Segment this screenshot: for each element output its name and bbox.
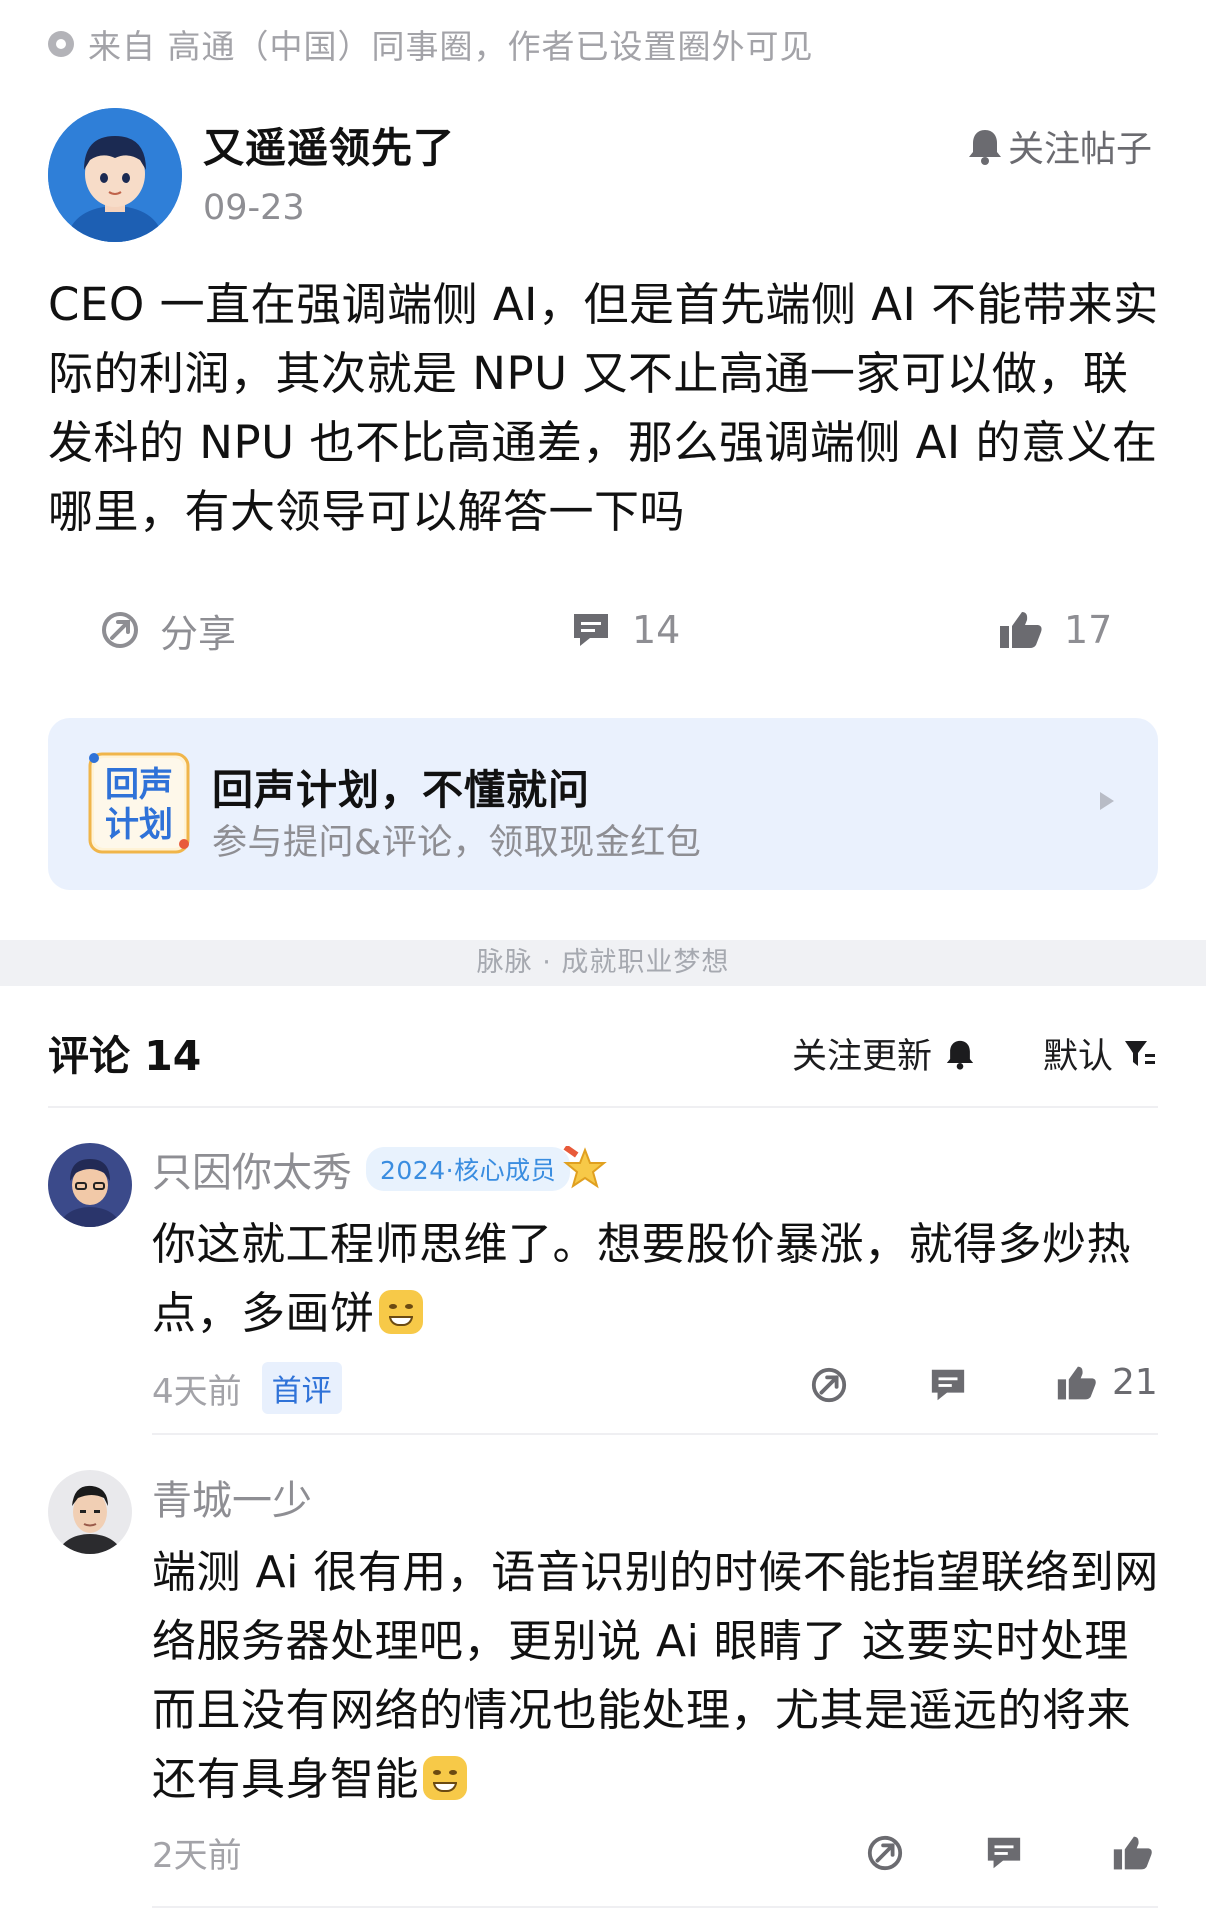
commenter-row: 青城一少 xyxy=(152,1468,312,1526)
reply-icon[interactable] xyxy=(984,1834,1024,1872)
thumbs-up-icon[interactable] xyxy=(1112,1834,1154,1872)
comment-text: 你这就工程师思维了。想要股价暴涨，就得多炒热点，多画饼 xyxy=(152,1210,1162,1348)
divider xyxy=(152,1906,1158,1908)
comment-like-button[interactable]: 21 xyxy=(1056,1362,1158,1403)
promo-title: 回声计划，不懂就问 xyxy=(212,766,590,814)
follow-post-button[interactable]: 关注帖子 xyxy=(968,120,1152,172)
share-icon[interactable] xyxy=(866,1834,904,1872)
sort-dropdown[interactable]: 默认 xyxy=(1043,1028,1157,1079)
sort-label: 默认 xyxy=(1043,1037,1114,1077)
comments-title: 评论 14 xyxy=(48,1032,202,1080)
source-text: 来自 高通（中国）同事圈，作者已设置圈外可见 xyxy=(88,27,814,66)
first-comment-tag: 首评 xyxy=(261,1362,342,1414)
thumbs-up-icon xyxy=(1000,612,1042,648)
comment-icon xyxy=(574,614,608,646)
comment-count: 14 xyxy=(632,608,681,652)
share-icon xyxy=(102,612,138,648)
comment-time: 4天前 xyxy=(152,1371,242,1412)
post-body: CEO 一直在强调端侧 AI，但是首先端侧 AI 不能带来实际的利润，其次就是 … xyxy=(48,278,1159,538)
bell-icon xyxy=(946,1040,974,1070)
visibility-icon xyxy=(48,31,74,57)
filter-icon xyxy=(1125,1040,1156,1066)
follow-updates-label: 关注更新 xyxy=(792,1037,933,1077)
chevron-right-icon xyxy=(1100,792,1114,810)
comment-like-count: 21 xyxy=(1112,1362,1158,1403)
divider xyxy=(152,1433,1158,1435)
bell-icon xyxy=(969,130,1001,165)
source-line: 来自 高通（中国）同事圈，作者已设置圈外可见 xyxy=(48,22,814,66)
promo-subtitle: 参与提问&评论，领取现金红包 xyxy=(212,823,702,863)
grin-emoji-icon xyxy=(378,1290,423,1334)
commenter-avatar[interactable] xyxy=(48,1143,132,1227)
smirk-emoji-icon xyxy=(423,1756,467,1800)
commenter-avatar[interactable] xyxy=(48,1470,132,1554)
comment-button[interactable]: 14 xyxy=(570,600,680,660)
commenter-name[interactable]: 只因你太秀 xyxy=(152,1140,352,1198)
author-avatar[interactable] xyxy=(48,108,182,242)
like-count: 17 xyxy=(1064,608,1113,652)
member-badge: 2024·核心成员 xyxy=(366,1147,571,1191)
author-name[interactable]: 又遥遥领先了 xyxy=(203,114,455,174)
share-button[interactable]: 分享 xyxy=(100,600,236,660)
star-badge-icon xyxy=(563,1146,607,1189)
brand-slogan-band: 脉脉 · 成就职业梦想 xyxy=(0,940,1206,986)
reply-icon[interactable] xyxy=(928,1366,968,1404)
comment-time: 2天前 xyxy=(152,1836,242,1876)
echo-plan-logo: 回声 计划 xyxy=(86,748,192,858)
divider xyxy=(48,1106,1158,1108)
promo-icon-text-1: 回声 xyxy=(105,765,173,805)
thumbs-up-icon xyxy=(1057,1366,1096,1399)
like-button[interactable]: 17 xyxy=(998,600,1112,660)
share-icon[interactable] xyxy=(810,1366,848,1404)
promo-icon-text-2: 计划 xyxy=(105,805,173,845)
commenter-row: 只因你太秀 2024·核心成员 xyxy=(152,1140,608,1198)
comment-text: 端测 Ai 很有用，语音识别的时候不能指望联络到网络服务器处理吧，更别说 Ai … xyxy=(152,1538,1162,1814)
share-label: 分享 xyxy=(160,611,237,656)
comment-body: 端测 Ai 很有用，语音识别的时候不能指望联络到网络服务器处理吧，更别说 Ai … xyxy=(152,1547,1159,1805)
follow-post-label: 关注帖子 xyxy=(1008,129,1153,170)
post-date: 09-23 xyxy=(203,188,305,228)
comment-meta: 2天前 xyxy=(152,1828,242,1877)
comment-body: 你这就工程师思维了。想要股价暴涨，就得多炒热点，多画饼 xyxy=(152,1219,1131,1339)
comment-meta: 4天前 首评 xyxy=(152,1362,342,1414)
follow-updates-button[interactable]: 关注更新 xyxy=(792,1028,974,1079)
commenter-name[interactable]: 青城一少 xyxy=(152,1468,312,1526)
